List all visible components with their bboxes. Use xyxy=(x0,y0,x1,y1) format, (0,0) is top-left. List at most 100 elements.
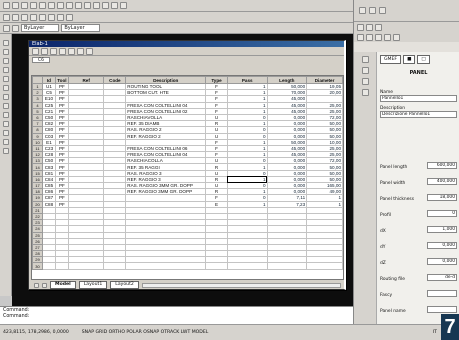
draw-icon[interactable] xyxy=(39,13,46,21)
panel-mill-icon[interactable] xyxy=(384,33,391,41)
command-prompt[interactable]: Command: xyxy=(3,314,350,320)
new-file-icon[interactable] xyxy=(3,2,10,9)
panel-color-icon[interactable] xyxy=(357,23,364,31)
sheet-delete-icon[interactable] xyxy=(59,47,66,55)
layer-state-icon[interactable] xyxy=(12,13,19,21)
tab-layout1[interactable]: Layout1 xyxy=(78,281,108,289)
panel-open-icon[interactable]: □ xyxy=(417,55,430,64)
horizontal-scrollbar[interactable] xyxy=(141,282,341,288)
pan-icon[interactable] xyxy=(84,2,91,9)
sheet-print-icon[interactable] xyxy=(86,47,93,55)
table-cell[interactable] xyxy=(266,262,308,270)
circle-icon[interactable] xyxy=(2,85,9,91)
panel-arrow-icon[interactable] xyxy=(359,7,366,14)
table-cell[interactable] xyxy=(306,262,343,270)
table-cell[interactable] xyxy=(226,262,268,270)
sheet-open-icon[interactable] xyxy=(41,47,48,55)
column-header[interactable]: Code xyxy=(103,76,127,84)
rectangle-icon[interactable] xyxy=(2,67,9,73)
corner-cell[interactable] xyxy=(32,76,43,84)
panel-ltype-icon[interactable] xyxy=(375,23,382,31)
hatch-icon[interactable] xyxy=(2,130,9,136)
layer-manager-icon[interactable] xyxy=(3,24,10,32)
panel-field-input[interactable]: de-d xyxy=(427,274,457,281)
panel-field-input[interactable]: 400,000 xyxy=(427,178,457,185)
panel-field-input[interactable]: 18,000 xyxy=(427,194,457,201)
modify-icon[interactable] xyxy=(48,13,55,21)
save-icon[interactable] xyxy=(21,2,28,9)
panel-drill-icon[interactable] xyxy=(375,33,382,41)
sheet-new-icon[interactable] xyxy=(32,47,39,55)
table-cell[interactable] xyxy=(54,262,69,270)
layer-combo[interactable]: ByLayer xyxy=(21,24,60,32)
column-header[interactable]: Length xyxy=(266,76,308,84)
zoom-icon[interactable] xyxy=(93,2,100,9)
name-field[interactable]: Pannello1 xyxy=(380,95,457,102)
table-cell[interactable] xyxy=(205,262,228,270)
column-header[interactable]: Description xyxy=(125,76,207,84)
panel-help-icon[interactable] xyxy=(379,7,386,14)
panel-layer-icon[interactable] xyxy=(366,23,373,31)
panel-field-input[interactable] xyxy=(427,290,457,297)
side-pocket-icon[interactable] xyxy=(361,89,369,96)
insert-block-icon[interactable] xyxy=(2,112,9,118)
copy-icon[interactable] xyxy=(48,2,55,9)
row-header[interactable]: 30 xyxy=(32,262,43,270)
panel-save-icon[interactable]: ■ xyxy=(403,55,416,64)
paste-icon[interactable] xyxy=(57,2,64,9)
column-header[interactable]: Id xyxy=(41,76,56,84)
gmef-button[interactable]: GMEF xyxy=(380,55,402,64)
layer-icon[interactable] xyxy=(3,13,10,21)
column-header[interactable]: Pass xyxy=(226,76,268,84)
panel-rect-icon[interactable] xyxy=(357,33,364,41)
sheet-insert-icon[interactable] xyxy=(68,47,75,55)
table-cell[interactable] xyxy=(67,262,105,270)
side-hole-icon[interactable] xyxy=(361,67,369,74)
help-icon[interactable] xyxy=(120,2,127,9)
ellipse-icon[interactable] xyxy=(2,103,9,109)
text-icon[interactable] xyxy=(66,13,73,21)
panel-field-input[interactable]: 0,000 xyxy=(427,242,457,249)
polyline-icon[interactable] xyxy=(2,49,9,55)
arc-icon[interactable] xyxy=(2,76,9,82)
table-cell[interactable] xyxy=(41,262,56,270)
tab-scroll-right-icon[interactable] xyxy=(42,282,47,288)
name-box[interactable]: C6 xyxy=(32,57,50,63)
panel-view-icon[interactable] xyxy=(393,33,400,41)
mtext-icon[interactable] xyxy=(2,148,9,154)
sheet-save-icon[interactable] xyxy=(50,47,57,55)
linetype-icon[interactable] xyxy=(30,13,37,21)
polygon-icon[interactable] xyxy=(2,58,9,64)
panel-cut-icon[interactable] xyxy=(366,33,373,41)
drafting-modes[interactable]: SNAP GRID ORTHO POLAR OSNAP OTRACK LWT M… xyxy=(82,330,209,335)
column-header[interactable]: Ref xyxy=(67,76,105,84)
cut-icon[interactable] xyxy=(39,2,46,9)
print-icon[interactable] xyxy=(30,2,37,9)
table-cell[interactable] xyxy=(103,262,127,270)
column-header[interactable]: Tool xyxy=(54,76,69,84)
panel-field-input[interactable]: 1,000 xyxy=(427,226,457,233)
panel-tools-icon[interactable] xyxy=(369,7,376,14)
description-field[interactable]: Descrizione Pannello1 xyxy=(380,111,457,118)
panel-field-input[interactable] xyxy=(427,306,457,313)
spreadsheet-grid[interactable]: Id Tool Ref Code Description Type Pass Length Di… xyxy=(31,75,344,280)
panel-field-input[interactable]: 0,000 xyxy=(427,258,457,265)
tab-scroll-left-icon[interactable] xyxy=(34,282,39,288)
column-header[interactable]: Diameter xyxy=(306,76,343,84)
line-icon[interactable] xyxy=(2,40,9,46)
side-groove-icon[interactable] xyxy=(361,78,369,85)
spline-icon[interactable] xyxy=(2,94,9,100)
zoom-window-icon[interactable] xyxy=(102,2,109,9)
panel-field-input[interactable]: 0 xyxy=(427,210,457,217)
command-line[interactable]: Command: Command: xyxy=(0,306,353,324)
layer-previous-icon[interactable] xyxy=(12,24,19,32)
properties-icon[interactable] xyxy=(111,2,118,9)
side-panel-icon[interactable] xyxy=(361,56,369,63)
dimension-icon[interactable] xyxy=(57,13,64,21)
region-icon[interactable] xyxy=(2,139,9,145)
sheet-sort-icon[interactable] xyxy=(77,47,84,55)
redo-icon[interactable] xyxy=(75,2,82,9)
tab-layout2[interactable]: Layout2 xyxy=(110,281,139,289)
lineweight-combo[interactable]: ByLayer xyxy=(61,24,100,32)
color-icon[interactable] xyxy=(21,13,28,21)
